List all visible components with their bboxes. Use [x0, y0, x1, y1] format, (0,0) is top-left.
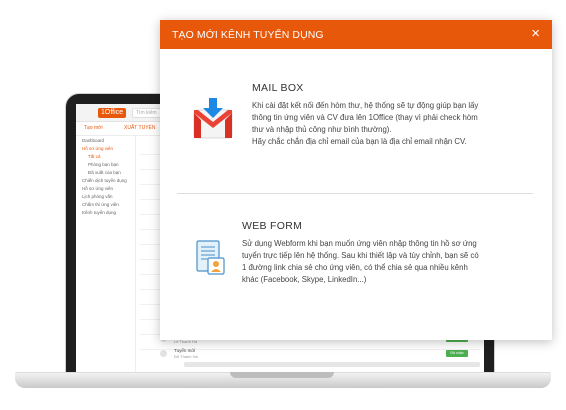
sidebar-item-channels[interactable]: Kênh tuyển dụng: [76, 208, 135, 216]
list-item[interactable]: Tuyển mới Đỗ Thanh Hà Đã nhận: [160, 347, 480, 361]
mailbox-desc-line: thư và nhập thủ công như bình thường).: [252, 125, 392, 134]
sidebar-item-all[interactable]: Tất cả: [76, 152, 135, 160]
modal-title: TẠO MỚI KÊNH TUYỂN DỤNG: [172, 29, 324, 41]
app-sidebar: Dashboard Hồ sơ ứng viên Tất cả Phòng ba…: [76, 136, 136, 372]
sidebar-item-profiles[interactable]: Hồ sơ ứng viên: [76, 184, 135, 192]
webform-description: Sử dụng Webform khi bạn muốn ứng viên nh…: [242, 238, 524, 286]
add-button[interactable]: Tạo mới: [84, 125, 103, 131]
sidebar-item-candidates[interactable]: Hồ sơ ứng viên: [76, 144, 135, 152]
mailbox-description: Khi cài đặt kết nối đến hòm thư, hệ thốn…: [252, 100, 524, 148]
sidebar-item-dashboard[interactable]: Dashboard: [76, 136, 135, 144]
mailbox-option[interactable]: MAIL BOX Khi cài đặt kết nối đến hòm thư…: [160, 82, 552, 192]
mailbox-title: MAIL BOX: [252, 82, 304, 94]
export-button[interactable]: XUẤT TUYỂN: [124, 125, 156, 131]
mailbox-desc-line: Hãy chắc chắn địa chỉ email của bạn là đ…: [252, 137, 467, 146]
stage: 1Office Tìm kiếm Tạo mới XUẤT TUYỂN Dash…: [0, 0, 566, 410]
webform-desc-line: khác (Facebook, Skype, LinkedIn...): [242, 275, 367, 284]
mailbox-desc-line: Khi cài đặt kết nối đến hòm thư, hệ thốn…: [252, 101, 479, 110]
webform-desc-line: tuyển trực tiếp lên hệ thống. Sau khi th…: [242, 251, 479, 260]
sidebar-item-interviews[interactable]: Lịch phỏng vấn: [76, 192, 135, 200]
horizontal-scrollbar[interactable]: [184, 362, 480, 367]
webform-desc-line: Sử dụng Webform khi bạn muốn ứng viên nh…: [242, 239, 477, 248]
webform-title: WEB FORM: [242, 220, 303, 232]
laptop-notch: [230, 372, 334, 378]
modal-header: TẠO MỚI KÊNH TUYỂN DỤNG ×: [160, 20, 552, 49]
sidebar-item-campaigns[interactable]: Chiến dịch tuyển dụng: [76, 176, 135, 184]
webform-option[interactable]: WEB FORM Sử dụng Webform khi bạn muốn ứn…: [160, 220, 552, 320]
status-badge: Đã nhận: [446, 350, 468, 357]
webform-desc-line: 1 đường link chia sẻ cho ứng viên, có th…: [242, 263, 468, 272]
close-icon[interactable]: ×: [531, 26, 540, 41]
divider: [177, 193, 533, 194]
sidebar-item-department[interactable]: Phòng ban bạn: [76, 160, 135, 168]
gmail-envelope-icon: [193, 98, 233, 139]
sidebar-item-exported[interactable]: Đã xuất của bạn: [76, 168, 135, 176]
sidebar-item-scoring[interactable]: Chấm thi ứng viên: [76, 200, 135, 208]
mailbox-desc-line: thông tin ứng viên và CV đưa lên 1Office…: [252, 113, 478, 122]
row-subtitle: Đỗ Thanh Hà: [174, 354, 198, 359]
avatar: [160, 350, 167, 357]
row-title: Tuyển mới: [174, 348, 196, 353]
web-form-document-icon: [196, 240, 225, 275]
create-channel-modal: TẠO MỚI KÊNH TUYỂN DỤNG × MAIL BOX Khi c…: [160, 20, 552, 340]
app-logo: 1Office: [98, 108, 127, 118]
